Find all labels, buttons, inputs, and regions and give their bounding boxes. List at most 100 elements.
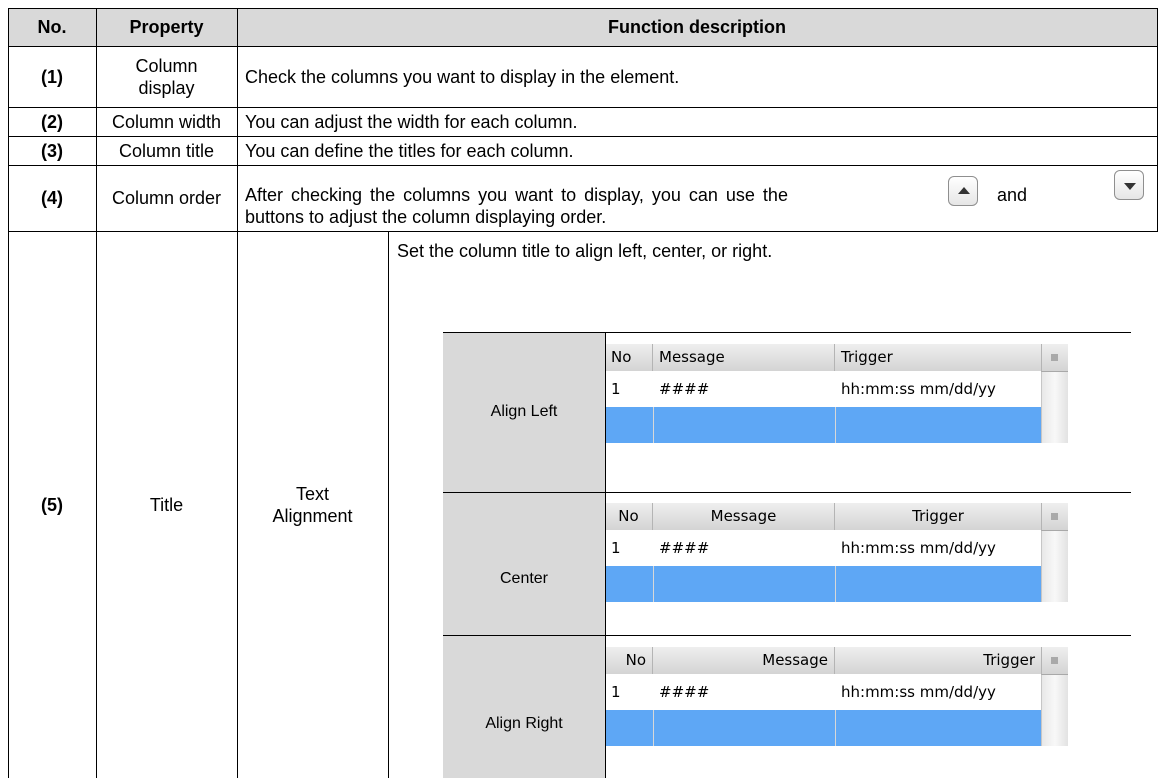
header-no: No. — [8, 8, 96, 46]
header-description-text: Function description — [608, 17, 786, 37]
row4-description: After checking the columns you want to d… — [237, 165, 1157, 231]
row2-no-text: (2) — [41, 111, 63, 132]
grid-line — [443, 635, 1131, 636]
grid-line — [1157, 8, 1158, 231]
example-label-center: Center — [443, 492, 605, 635]
example-label-left: Align Left — [443, 332, 605, 492]
grid-line — [8, 46, 1158, 47]
grid-line — [8, 107, 1158, 108]
row5-subproperty: Text Alignment — [237, 231, 388, 778]
example-label-center-text: Center — [499, 569, 549, 587]
col-message: Message — [653, 647, 835, 674]
col-message: Message — [653, 344, 835, 371]
mini-list-selected-row — [605, 710, 1041, 746]
down-button-icon — [1114, 170, 1144, 200]
row5-no-text: (5) — [41, 494, 63, 515]
row4-description-line1: After checking the columns you want to d… — [245, 185, 788, 205]
header-description: Function description — [237, 8, 1157, 46]
cell-message: #### — [659, 683, 710, 701]
triangle-down-icon — [1124, 183, 1136, 190]
grid-line — [8, 136, 1158, 137]
square-icon — [1051, 657, 1058, 664]
header-property-text: Property — [129, 17, 204, 37]
row-separator — [653, 566, 654, 602]
grid-line — [8, 8, 9, 778]
list-corner — [1041, 344, 1068, 372]
col-trigger: Trigger — [841, 348, 893, 366]
grid-line — [605, 332, 606, 778]
row-separator — [653, 407, 654, 443]
col-no: No — [605, 344, 653, 371]
row1-no: (1) — [8, 46, 96, 107]
row3-no: (3) — [8, 136, 96, 165]
row5-subproperty-text: Text Alignment — [272, 483, 353, 526]
mini-list-center: No Message Trigger 1 #### hh:mm:ss mm/dd… — [605, 503, 1068, 602]
grid-line — [8, 231, 1158, 232]
row4-and-text: and — [997, 185, 1028, 205]
grid-line — [443, 492, 1131, 493]
mini-list-selected-row — [605, 566, 1041, 602]
col-no: No — [605, 647, 653, 674]
mini-list-align-right: No Message Trigger 1 #### hh:mm:ss mm/dd… — [605, 647, 1068, 746]
row5-description: Set the column title to align left, cent… — [397, 240, 772, 262]
square-icon — [1051, 354, 1058, 361]
col-trigger: Trigger — [983, 651, 1035, 669]
mini-list-selected-row — [605, 407, 1041, 443]
row5-property: Title — [96, 231, 237, 778]
row3-no-text: (3) — [41, 140, 63, 161]
grid-line — [8, 165, 1158, 166]
mini-list-align-left: No Message Trigger 1 #### hh:mm:ss mm/dd… — [605, 344, 1068, 443]
mini-list-header: No Message Trigger — [605, 344, 1041, 372]
grid-line — [8, 8, 1158, 9]
row1-description: Check the columns you want to display in… — [237, 46, 1157, 107]
cell-trigger: hh:mm:ss mm/dd/yy — [841, 380, 996, 398]
row4-no-text: (4) — [41, 188, 63, 208]
cell-no: 1 — [611, 539, 621, 557]
square-icon — [1051, 513, 1058, 520]
row5-property-text: Title — [149, 494, 184, 515]
row4-description-line2: buttons to adjust the column displaying … — [245, 207, 607, 227]
row2-no: (2) — [8, 107, 96, 136]
row-separator — [653, 710, 654, 746]
triangle-up-icon — [958, 187, 970, 194]
col-trigger: Trigger — [912, 507, 964, 525]
up-button-icon — [948, 176, 978, 206]
mini-list-row: 1 #### hh:mm:ss mm/dd/yy — [605, 674, 1041, 710]
cell-trigger: hh:mm:ss mm/dd/yy — [841, 683, 996, 701]
cell-no: 1 — [611, 683, 621, 701]
cell-trigger: hh:mm:ss mm/dd/yy — [841, 539, 996, 557]
header-property: Property — [96, 8, 237, 46]
col-no: No — [605, 503, 653, 530]
list-corner — [1041, 503, 1068, 531]
row1-property: Column display — [96, 46, 237, 107]
example-label-right-text: Align Right — [485, 714, 563, 732]
mini-list-row: 1 #### hh:mm:ss mm/dd/yy — [605, 371, 1041, 407]
row1-property-text: Column display — [135, 55, 198, 98]
row5-description-text: Set the column title to align left, cent… — [397, 241, 773, 261]
cell-no: 1 — [611, 380, 621, 398]
grid-line — [96, 8, 97, 778]
row1-no-text: (1) — [41, 66, 63, 87]
cell-message: #### — [659, 380, 710, 398]
cell-message: #### — [659, 539, 710, 557]
row4-no: (4) — [8, 165, 96, 231]
grid-line — [237, 8, 238, 778]
row2-property-text: Column width — [111, 111, 222, 132]
grid-line — [443, 332, 1131, 333]
row-separator — [835, 710, 836, 746]
row3-description-text: You can define the titles for each colum… — [245, 140, 574, 161]
example-label-right: Align Right — [443, 635, 605, 778]
mini-list-header: No Message Trigger — [605, 503, 1041, 531]
mini-list-row: 1 #### hh:mm:ss mm/dd/yy — [605, 530, 1041, 566]
row3-property: Column title — [96, 136, 237, 165]
row2-description: You can adjust the width for each column… — [237, 107, 1157, 136]
row3-property-text: Column title — [118, 140, 215, 161]
row3-description: You can define the titles for each colum… — [237, 136, 1157, 165]
row2-description-text: You can adjust the width for each column… — [245, 111, 578, 132]
list-corner — [1041, 647, 1068, 675]
row4-property-text: Column order — [111, 188, 222, 208]
row5-no: (5) — [8, 231, 96, 778]
header-no-text: No. — [37, 17, 67, 37]
row1-description-text: Check the columns you want to display in… — [245, 66, 680, 87]
row-separator — [835, 407, 836, 443]
